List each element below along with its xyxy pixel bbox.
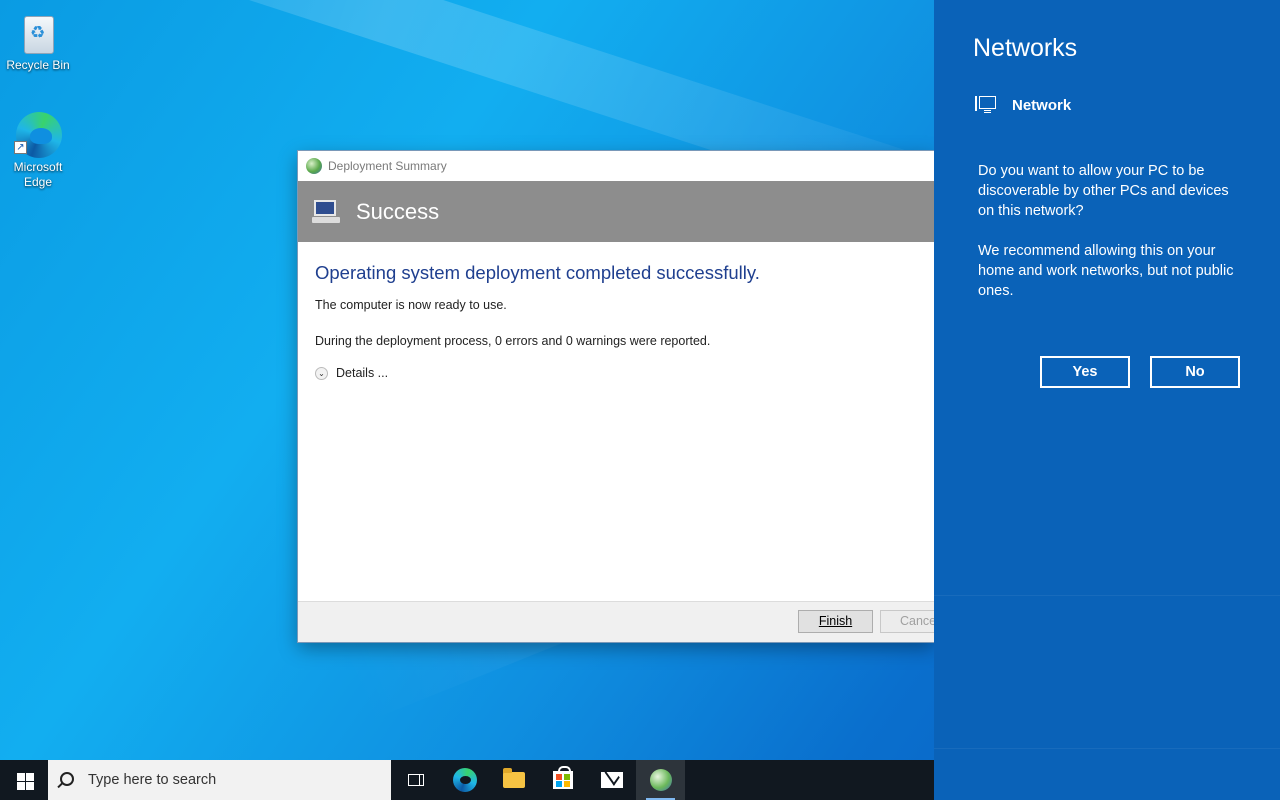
yes-button[interactable]: Yes (1040, 356, 1130, 388)
status-title: Success (356, 198, 440, 224)
window-title: Deployment Summary (328, 159, 447, 173)
details-expander[interactable]: ⌄ Details ... (315, 366, 917, 380)
desktop-icon-recycle-bin[interactable]: Recycle Bin (0, 8, 76, 73)
window-titlebar[interactable]: Deployment Summary (298, 151, 934, 181)
taskbar-search-box[interactable]: Type here to search (48, 760, 391, 800)
deployment-summary-window: Deployment Summary Success Operating sys… (298, 151, 934, 642)
network-item[interactable]: Network (975, 95, 1071, 115)
pane-title: Networks (973, 34, 1078, 62)
taskbar-deployment-button[interactable] (636, 760, 685, 800)
divider (934, 595, 1280, 596)
search-icon (60, 772, 74, 786)
windows-logo-icon (26, 782, 34, 790)
no-button[interactable]: No (1150, 356, 1240, 388)
edge-icon: ↗ (14, 110, 62, 158)
store-icon (552, 766, 573, 789)
taskbar-edge-button[interactable] (440, 760, 489, 800)
cancel-button[interactable]: Cance (880, 610, 934, 633)
deployment-icon (649, 769, 672, 791)
search-placeholder: Type here to search (88, 772, 217, 788)
ready-message: The computer is now ready to use. (315, 298, 507, 312)
deployment-globe-icon (306, 158, 322, 174)
finish-button[interactable]: Finish (798, 610, 873, 633)
start-button[interactable] (0, 760, 48, 800)
desktop-icon-label: Recycle Bin (6, 58, 70, 72)
file-explorer-icon (502, 768, 525, 788)
task-view-button[interactable] (391, 760, 440, 800)
windows-logo-icon (17, 782, 25, 790)
network-name: Network (1012, 96, 1072, 114)
errors-warnings-message: During the deployment process, 0 errors … (315, 334, 711, 348)
taskbar-store-button[interactable] (538, 760, 587, 800)
desktop: Recycle Bin ↗ Microsoft Edge Deployment … (0, 0, 934, 760)
recycle-bin-icon (14, 8, 62, 56)
windows-logo-icon (17, 773, 25, 781)
shortcut-arrow-icon: ↗ (14, 141, 27, 154)
desktop-icon-label: Microsoft Edge (13, 160, 63, 189)
edge-icon (452, 768, 477, 792)
status-banner: Success (298, 181, 934, 242)
window-body: Operating system deployment completed su… (298, 242, 934, 400)
mail-icon (600, 772, 623, 788)
task-view-icon (407, 774, 424, 786)
desktop-icon-microsoft-edge[interactable]: ↗ Microsoft Edge (0, 110, 76, 190)
finish-label: Finish (818, 614, 853, 628)
taskbar: Type here to search (0, 760, 934, 800)
windows-logo-icon (26, 773, 34, 781)
taskbar-mail-button[interactable] (587, 760, 636, 800)
discoverable-question: Do you want to allow your PC to be disco… (978, 163, 1229, 219)
taskbar-file-explorer-button[interactable] (489, 760, 538, 800)
computer-icon (312, 199, 340, 224)
success-headline: Operating system deployment completed su… (315, 262, 760, 283)
networks-pane: Networks Network Do you want to allow yo… (934, 0, 1280, 800)
wired-network-icon (975, 95, 997, 115)
discoverable-recommendation: We recommend allowing this on your home … (978, 243, 1234, 299)
chevron-double-down-icon: ⌄ (315, 366, 328, 380)
window-footer: Finish Cance (298, 601, 934, 642)
divider (934, 748, 1280, 749)
details-label: Details ... (336, 366, 389, 380)
cancel-label: Cance (900, 614, 934, 628)
